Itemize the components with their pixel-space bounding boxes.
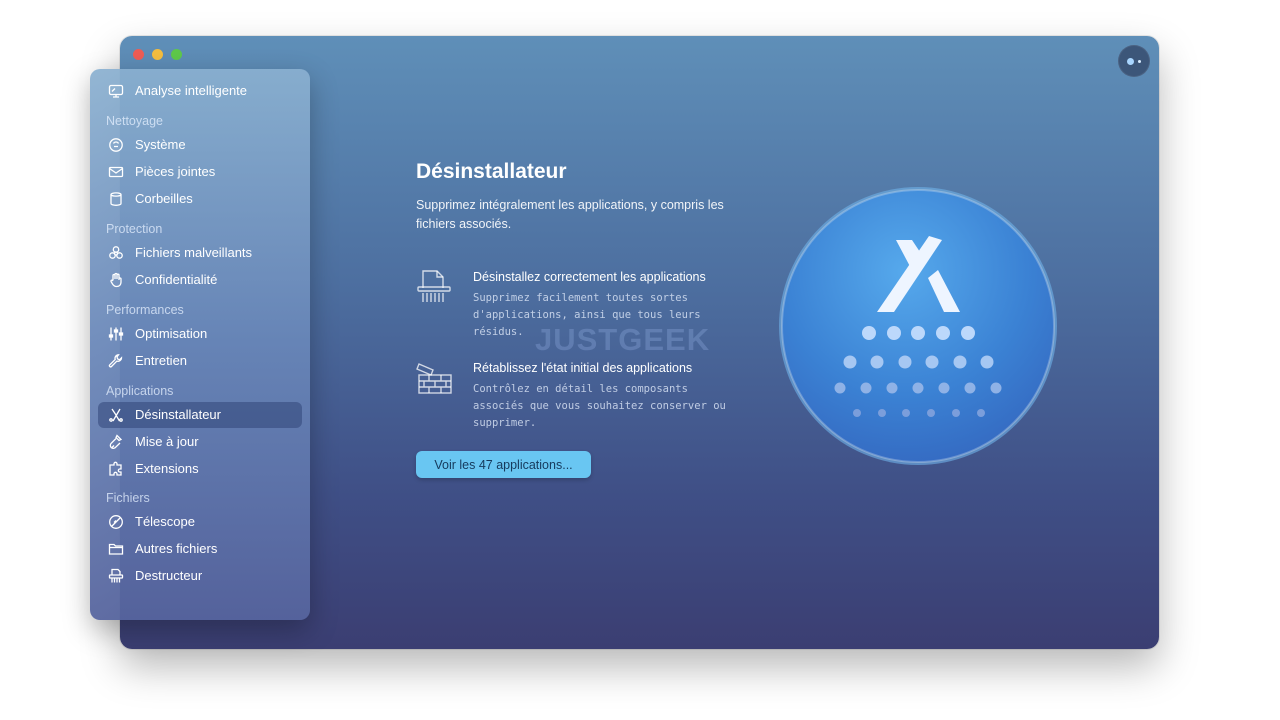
zoom-window-button[interactable]: [171, 49, 182, 60]
hand-icon: [108, 272, 124, 288]
updater-icon: [108, 434, 124, 450]
sidebar-section-performance: Performances: [106, 303, 184, 317]
sliders-icon: [108, 326, 124, 342]
reset-bricks-icon: [416, 361, 454, 399]
shred-document-icon: [416, 268, 454, 306]
sidebar-item-label: Mise à jour: [135, 434, 199, 449]
page-title: Désinstallateur: [416, 160, 567, 183]
page-description: Supprimez intégralement les applications…: [416, 198, 724, 231]
sidebar-item-label: Télescope: [135, 514, 195, 529]
sidebar-section-protection: Protection: [106, 222, 163, 236]
assistant-dot-large: [1127, 58, 1134, 65]
sidebar-item-label: Pièces jointes: [135, 164, 216, 179]
sidebar: Analyse intelligente Nettoyage Système P…: [90, 69, 310, 620]
lens-icon: [108, 514, 124, 530]
folder-icon: [108, 541, 124, 557]
sidebar-item-label: Analyse intelligente: [135, 83, 248, 98]
uninstaller-icon: [108, 407, 124, 423]
trash-bin-icon: [108, 191, 124, 207]
sidebar-item-label: Système: [135, 137, 186, 152]
sidebar-item-label: Corbeilles: [135, 191, 193, 206]
sidebar-item-label: Confidentialité: [135, 272, 218, 287]
sidebar-item-trash[interactable]: Corbeilles: [98, 186, 302, 212]
sidebar-item-maintenance[interactable]: Entretien: [98, 348, 302, 374]
feature-title: Désinstallez correctement les applicatio…: [473, 270, 706, 284]
sidebar-item-smart-scan[interactable]: Analyse intelligente: [98, 78, 302, 104]
sidebar-item-optimization[interactable]: Optimisation: [98, 321, 302, 347]
watermark: JUSTGEEK: [535, 322, 711, 357]
wrench-icon: [108, 353, 124, 369]
sidebar-item-label: Entretien: [135, 353, 188, 368]
minimize-window-button[interactable]: [152, 49, 163, 60]
sidebar-item-updater[interactable]: Mise à jour: [98, 429, 302, 455]
uninstaller-hero-icon: [778, 186, 1058, 466]
assistant-dots-icon[interactable]: [1118, 45, 1150, 77]
sidebar-item-extensions[interactable]: Extensions: [98, 456, 302, 482]
system-junk-icon: [108, 137, 124, 153]
monitor-icon: [108, 83, 124, 99]
sidebar-item-label: Extensions: [135, 461, 199, 476]
sidebar-section-applications: Applications: [106, 384, 174, 398]
feature-description: Contrôlez en détail les composants assoc…: [473, 383, 726, 429]
mail-icon: [108, 164, 124, 180]
sidebar-item-uninstaller[interactable]: Désinstallateur: [98, 402, 302, 428]
view-applications-button[interactable]: Voir les 47 applications...: [416, 451, 591, 478]
sidebar-section-cleanup: Nettoyage: [106, 114, 163, 128]
shredder-icon: [108, 568, 124, 584]
extensions-icon: [108, 461, 124, 477]
sidebar-item-system[interactable]: Système: [98, 132, 302, 158]
sidebar-item-label: Destructeur: [135, 568, 203, 583]
assistant-dot-small: [1138, 60, 1141, 63]
sidebar-section-files: Fichiers: [106, 491, 150, 505]
sidebar-item-privacy[interactable]: Confidentialité: [98, 267, 302, 293]
sidebar-item-other-files[interactable]: Autres fichiers: [98, 536, 302, 562]
sidebar-item-shredder[interactable]: Destructeur: [98, 563, 302, 589]
close-window-button[interactable]: [133, 49, 144, 60]
sidebar-item-label: Désinstallateur: [135, 407, 221, 422]
sidebar-item-label: Optimisation: [135, 326, 208, 341]
sidebar-item-space-lens[interactable]: Télescope: [98, 509, 302, 535]
feature-title: Rétablissez l'état initial des applicati…: [473, 361, 693, 375]
sidebar-item-attachments[interactable]: Pièces jointes: [98, 159, 302, 185]
sidebar-item-label: Autres fichiers: [135, 541, 218, 556]
biohazard-icon: [108, 245, 124, 261]
sidebar-item-malware[interactable]: Fichiers malveillants: [98, 240, 302, 266]
sidebar-item-label: Fichiers malveillants: [135, 245, 253, 260]
